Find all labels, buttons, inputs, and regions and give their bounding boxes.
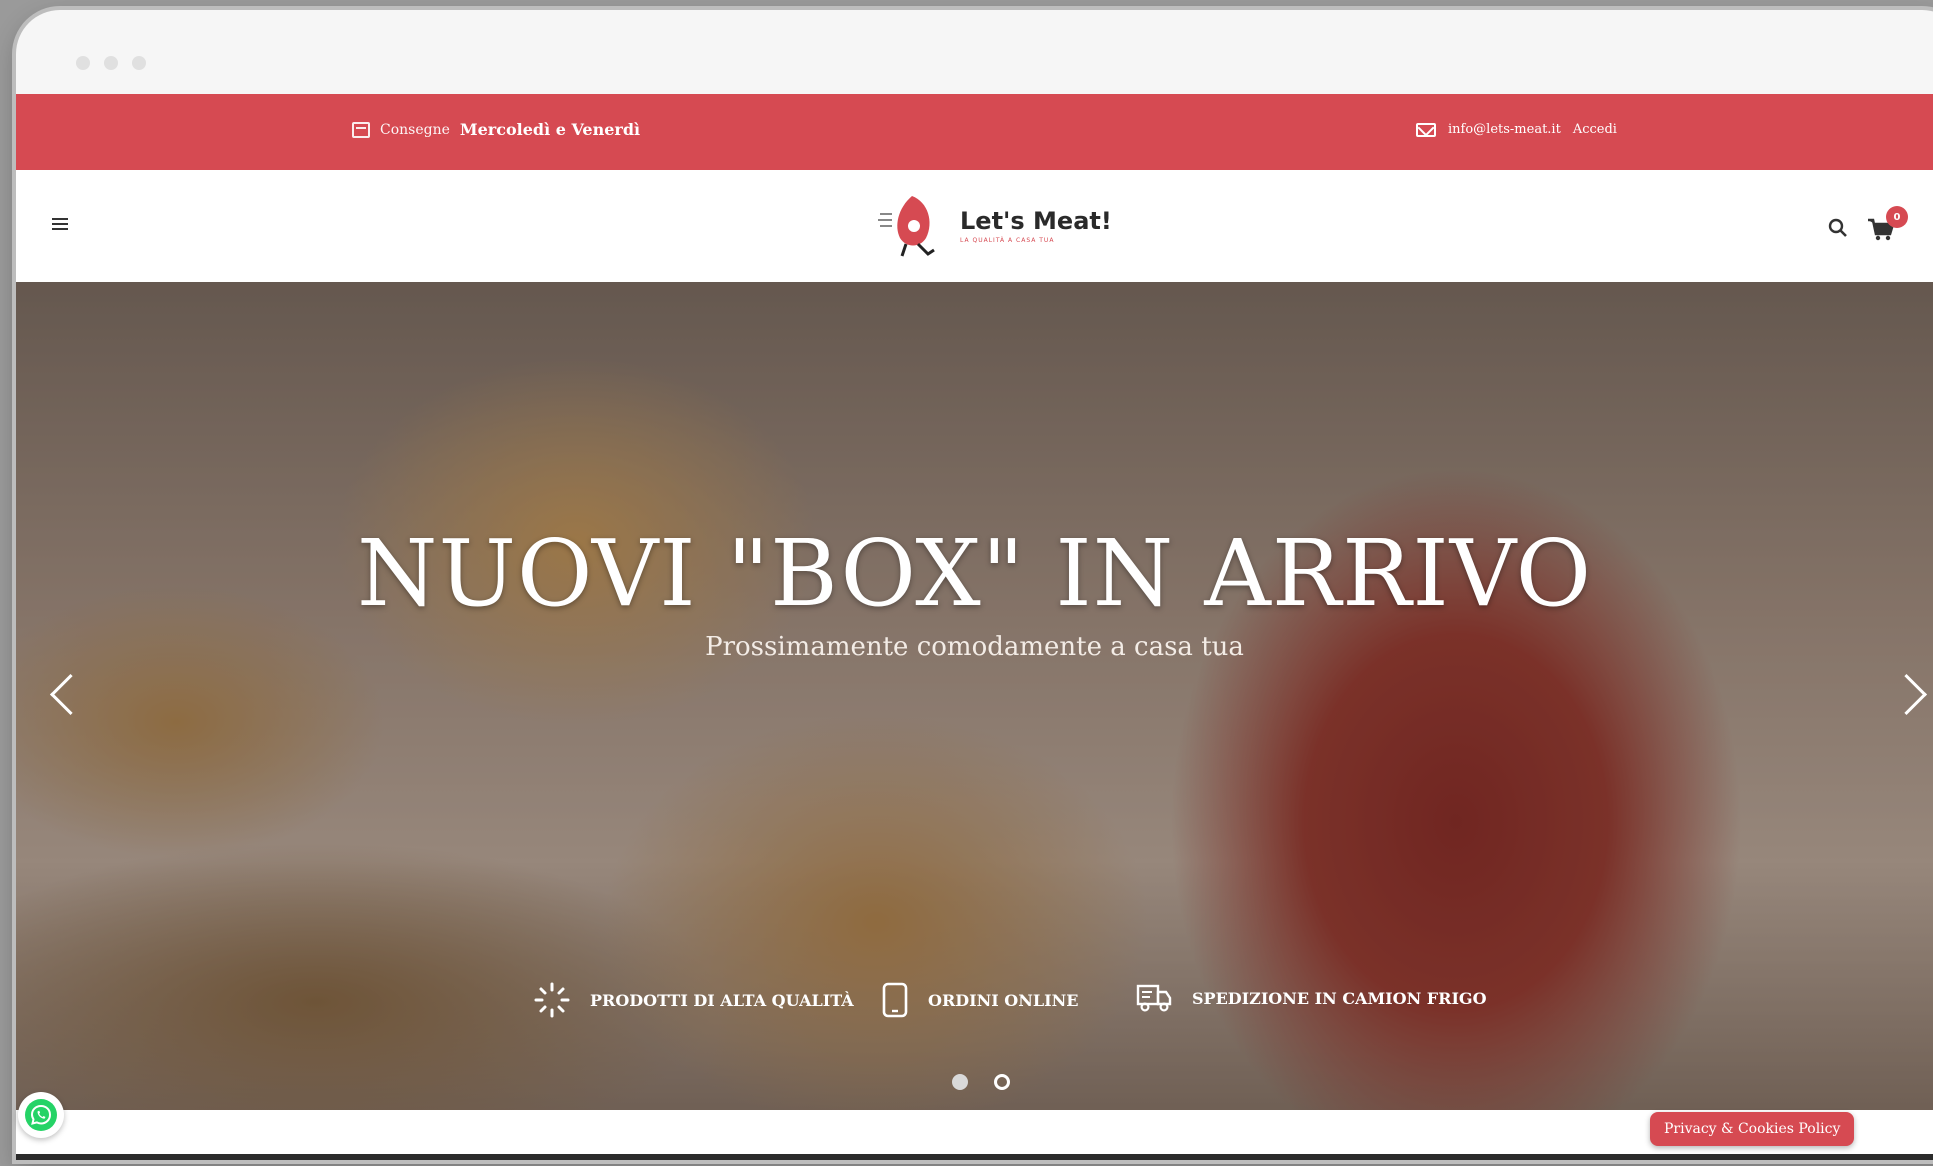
- brand-tagline: LA QUALITÀ A CASA TUA: [960, 236, 1055, 244]
- browser-frame: Consegne Mercoledì e Venerdì info@lets-m…: [16, 10, 1933, 1160]
- dark-footer-strip: [16, 1154, 1933, 1160]
- login-link[interactable]: Accedi: [1573, 122, 1617, 137]
- logo-text: Let's Meat! LA QUALITÀ A CASA TUA: [960, 209, 1112, 244]
- email-link[interactable]: info@lets-meat.it: [1448, 122, 1561, 137]
- slider-pagination: [952, 1074, 1010, 1090]
- hero-title: NUOVI "BOX" IN ARRIVO: [356, 520, 1592, 627]
- whatsapp-icon: [25, 1099, 57, 1131]
- whatsapp-chat-button[interactable]: [18, 1092, 64, 1138]
- feature-online-orders-label: ORDINI ONLINE: [928, 990, 1079, 1010]
- slider-dot-1[interactable]: [952, 1074, 968, 1090]
- menu-icon[interactable]: [52, 218, 68, 230]
- feature-shipping: SPEDIZIONE IN CAMION FRIGO: [1136, 982, 1487, 1014]
- privacy-policy-button[interactable]: Privacy & Cookies Policy: [1650, 1112, 1855, 1146]
- window-dot-close[interactable]: [76, 56, 90, 70]
- delivery-days: Mercoledì e Venerdì: [459, 120, 641, 139]
- contact-links: info@lets-meat.it Accedi: [1416, 122, 1617, 137]
- hero-subtitle: Prossimamente comodamente a casa tua: [705, 632, 1244, 662]
- delivery-label: Consegne: [380, 121, 450, 138]
- hero-slider: NUOVI "BOX" IN ARRIVO Prossimamente como…: [16, 282, 1933, 1110]
- search-icon[interactable]: [1828, 218, 1848, 238]
- page-bottom-area: [16, 1110, 1933, 1154]
- features-row: PRODOTTI DI ALTA QUALITÀ ORDINI ONLINE S…: [16, 982, 1933, 1022]
- window-dot-minimize[interactable]: [104, 56, 118, 70]
- site-logo[interactable]: Let's Meat! LA QUALITÀ A CASA TUA: [878, 192, 1112, 260]
- calendar-icon: [352, 121, 370, 138]
- brand-name: Let's Meat!: [960, 206, 1112, 235]
- cart-count-badge: 0: [1886, 206, 1908, 228]
- feature-online-orders: ORDINI ONLINE: [882, 982, 1078, 1018]
- delivery-info: Consegne Mercoledì e Venerdì: [352, 120, 640, 139]
- feature-shipping-label: SPEDIZIONE IN CAMION FRIGO: [1192, 988, 1487, 1008]
- smartphone-icon: [882, 982, 908, 1018]
- spinner-icon: [534, 982, 570, 1018]
- truck-icon: [1136, 984, 1172, 1012]
- slider-dot-2[interactable]: [994, 1074, 1010, 1090]
- window-controls: [76, 56, 146, 70]
- logo-mark-icon: [878, 196, 935, 257]
- window-dot-maximize[interactable]: [132, 56, 146, 70]
- site-header: Let's Meat! LA QUALITÀ A CASA TUA 0: [16, 170, 1933, 282]
- feature-quality-label: PRODOTTI DI ALTA QUALITÀ: [590, 990, 854, 1010]
- top-info-bar: Consegne Mercoledì e Venerdì info@lets-m…: [16, 94, 1933, 170]
- feature-quality: PRODOTTI DI ALTA QUALITÀ: [534, 982, 854, 1018]
- mail-icon: [1416, 122, 1436, 137]
